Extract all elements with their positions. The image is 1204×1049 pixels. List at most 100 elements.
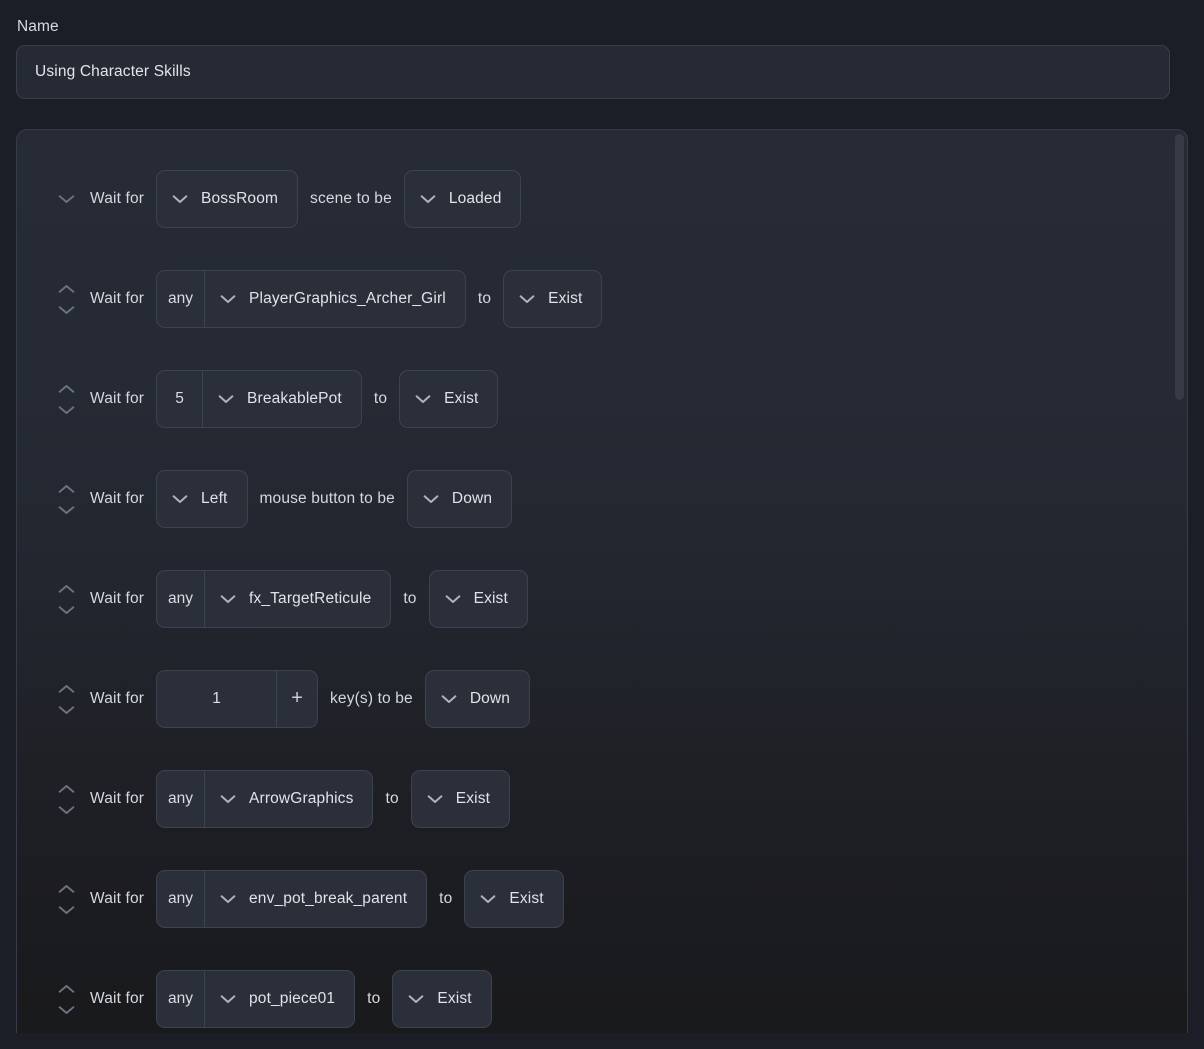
step-row: Wait for any fx_TargetReticule to Exist <box>17 549 1187 649</box>
state-dropdown-label: Exist <box>509 890 544 908</box>
target-selector-group: BossRoom <box>156 170 299 228</box>
target-dropdown-label: BreakablePot <box>247 390 342 408</box>
target-selector-group: 5 BreakablePot <box>156 370 362 428</box>
chevron-up-icon[interactable] <box>58 984 75 994</box>
target-dropdown[interactable]: Left <box>156 470 248 528</box>
key-combo-group: 1 + <box>156 670 319 728</box>
state-dropdown[interactable]: Exist <box>464 870 564 928</box>
state-dropdown-label: Exist <box>455 790 491 808</box>
chevron-down-icon <box>415 394 431 404</box>
reorder-stepper <box>51 170 81 228</box>
step-connector-label: to <box>385 790 399 808</box>
step-lead-label: Wait for <box>90 990 145 1008</box>
count-input[interactable]: any <box>156 970 205 1028</box>
reorder-stepper <box>51 970 81 1028</box>
target-dropdown[interactable]: BreakablePot <box>202 370 362 428</box>
step-lead-label: Wait for <box>90 790 145 808</box>
step-connector-label: to <box>367 990 381 1008</box>
chevron-down-icon[interactable] <box>58 905 75 915</box>
key-input[interactable]: 1 <box>156 670 277 728</box>
target-dropdown-label: Left <box>201 490 228 508</box>
state-dropdown-label: Loaded <box>448 190 502 208</box>
target-selector-group: any PlayerGraphics_Archer_Girl <box>156 270 466 328</box>
chevron-down-icon[interactable] <box>58 194 75 204</box>
name-input[interactable]: Using Character Skills <box>16 45 1170 99</box>
target-selector-group: any env_pot_break_parent <box>156 870 428 928</box>
state-dropdown[interactable]: Exist <box>392 970 492 1028</box>
chevron-up-icon[interactable] <box>58 784 75 794</box>
state-dropdown[interactable]: Down <box>424 670 531 728</box>
target-dropdown-label: pot_piece01 <box>249 990 336 1008</box>
count-input[interactable]: any <box>156 270 205 328</box>
step-connector-label: to <box>373 390 388 408</box>
target-dropdown[interactable]: fx_TargetReticule <box>204 570 392 628</box>
target-dropdown[interactable]: ArrowGraphics <box>204 770 374 828</box>
step-lead-label: Wait for <box>90 590 145 608</box>
step-row: Wait for 5 BreakablePot to Exist <box>17 349 1187 449</box>
step-row: Wait for BossRoom scene to be Loaded <box>17 149 1187 249</box>
chevron-down-icon[interactable] <box>58 405 75 415</box>
state-dropdown[interactable]: Loaded <box>403 170 522 228</box>
state-dropdown[interactable]: Exist <box>410 770 511 828</box>
chevron-up-icon[interactable] <box>58 484 75 494</box>
chevron-down-icon <box>423 494 439 504</box>
steps-scrollbar-thumb[interactable] <box>1175 134 1184 400</box>
target-dropdown[interactable]: PlayerGraphics_Archer_Girl <box>204 270 466 328</box>
state-dropdown-label: Exist <box>548 290 583 308</box>
chevron-up-icon[interactable] <box>58 684 75 694</box>
chevron-down-icon[interactable] <box>58 305 75 315</box>
plus-icon[interactable]: + <box>276 670 319 728</box>
count-input[interactable]: any <box>156 870 205 928</box>
step-lead-label: Wait for <box>90 390 145 408</box>
step-row: Wait for any PlayerGraphics_Archer_Girl to E… <box>17 249 1187 349</box>
state-dropdown-label: Down <box>451 490 493 508</box>
count-input[interactable]: any <box>156 770 205 828</box>
chevron-up-icon[interactable] <box>58 884 75 894</box>
step-row: Wait for any pot_piece01 to Exist <box>17 949 1187 1033</box>
step-row: Wait for Left mouse button to be Down <box>17 449 1187 549</box>
chevron-down-icon <box>408 994 424 1004</box>
target-selector-group: any ArrowGraphics <box>156 770 374 828</box>
reorder-stepper <box>51 570 81 628</box>
chevron-down-icon[interactable] <box>58 505 75 515</box>
chevron-up-icon[interactable] <box>58 284 75 294</box>
reorder-stepper <box>51 670 81 728</box>
chevron-up-icon[interactable] <box>58 384 75 394</box>
target-selector-group: any pot_piece01 <box>156 970 356 1028</box>
count-input[interactable]: 5 <box>156 370 203 428</box>
steps-panel: Wait for BossRoom scene to be Loaded Wait fo… <box>16 129 1188 1033</box>
chevron-up-icon[interactable] <box>58 584 75 594</box>
state-dropdown-label: Exist <box>473 590 508 608</box>
step-lead-label: Wait for <box>90 190 145 208</box>
step-connector-label: to <box>477 290 492 308</box>
count-input[interactable]: any <box>156 570 205 628</box>
chevron-down-icon[interactable] <box>58 605 75 615</box>
chevron-down-icon <box>441 694 457 704</box>
step-lead-label: Wait for <box>90 890 145 908</box>
step-lead-label: Wait for <box>90 290 145 308</box>
state-dropdown-label: Down <box>469 690 511 708</box>
target-dropdown-label: PlayerGraphics_Archer_Girl <box>249 290 446 308</box>
state-dropdown[interactable]: Exist <box>399 370 499 428</box>
chevron-down-icon[interactable] <box>58 1005 75 1015</box>
chevron-down-icon[interactable] <box>58 805 75 815</box>
chevron-down-icon <box>220 294 236 304</box>
state-dropdown[interactable]: Down <box>406 470 513 528</box>
name-section: Name Using Character Skills <box>0 0 1204 99</box>
target-dropdown-label: BossRoom <box>201 190 279 208</box>
step-connector-label: key(s) to be <box>330 690 413 708</box>
chevron-down-icon <box>480 894 496 904</box>
state-dropdown[interactable]: Exist <box>503 270 603 328</box>
chevron-down-icon[interactable] <box>58 705 75 715</box>
chevron-down-icon <box>172 494 188 504</box>
state-dropdown[interactable]: Exist <box>428 570 528 628</box>
step-connector-label: to <box>403 590 417 608</box>
step-connector-label: to <box>439 890 453 908</box>
target-dropdown[interactable]: BossRoom <box>156 170 299 228</box>
name-label: Name <box>17 18 59 35</box>
target-dropdown[interactable]: env_pot_break_parent <box>204 870 428 928</box>
chevron-down-icon <box>220 994 236 1004</box>
target-dropdown[interactable]: pot_piece01 <box>204 970 356 1028</box>
step-lead-label: Wait for <box>90 490 145 508</box>
steps-scrollbar[interactable] <box>1173 130 1187 1033</box>
